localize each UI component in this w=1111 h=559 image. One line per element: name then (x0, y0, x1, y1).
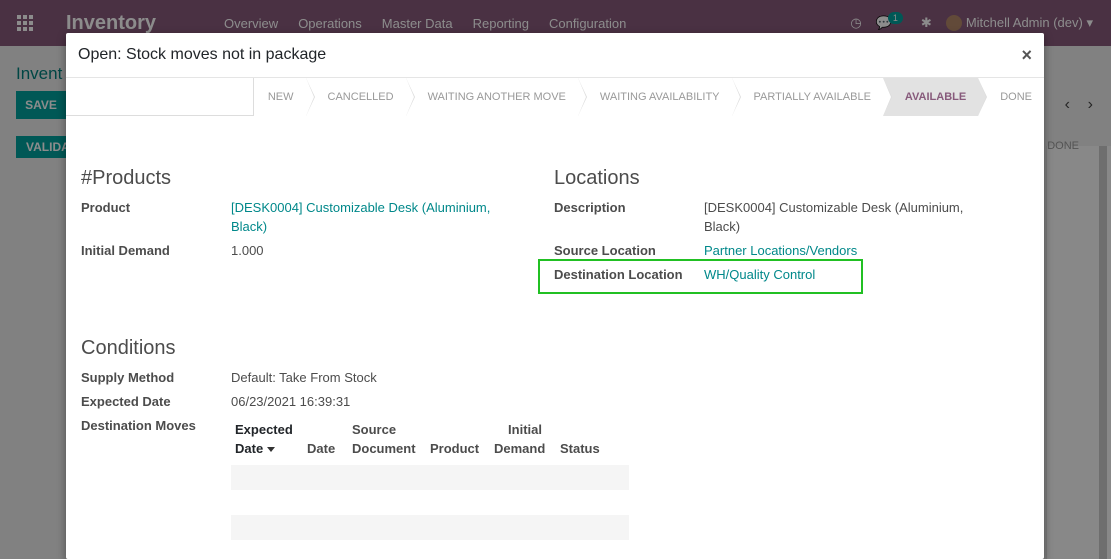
source-location-link[interactable]: Partner Locations/Vendors (704, 241, 857, 260)
product-value-line2: Black) (231, 219, 268, 234)
product-value-line1: [DESK0004] Customizable Desk (Aluminium, (231, 200, 491, 215)
col-date[interactable]: Date (307, 439, 335, 458)
move-form: #Products Product [DESK0004] Customizabl… (66, 117, 1044, 559)
stage-available[interactable]: AVAILABLE (882, 78, 988, 116)
expected-date-value: 06/23/2021 16:39:31 (231, 394, 351, 409)
stage-done[interactable]: DONE (978, 78, 1044, 116)
col-source-document[interactable]: Source Document (352, 420, 416, 458)
description-line1: [DESK0004] Customizable Desk (Aluminium, (704, 200, 964, 215)
stage-waiting-availability[interactable]: WAITING AVAILABILITY (577, 78, 741, 116)
supply-method-label: Supply Method (81, 370, 175, 385)
description-label: Description (554, 200, 626, 215)
col-initial-line2: Demand (494, 441, 546, 456)
supply-method-value: Default: Take From Stock (231, 370, 377, 385)
col-expected-date[interactable]: Expected Date (235, 420, 293, 458)
table-row (231, 515, 629, 540)
stock-move-dialog: Open: Stock moves not in package × NEW C… (66, 33, 1044, 559)
conditions-group-title: Conditions (81, 337, 176, 359)
sort-caret-icon (267, 447, 276, 453)
modal-header: Open: Stock moves not in package (66, 33, 1044, 78)
source-location-label: Source Location (554, 243, 656, 258)
destination-location-link[interactable]: WH/Quality Control (704, 265, 815, 284)
expected-date-label: Expected Date (81, 394, 171, 409)
modal-title: Open: Stock moves not in package (78, 46, 327, 63)
stage-new[interactable]: NEW (252, 78, 315, 116)
initial-demand-value: 1.000 (231, 243, 264, 258)
destination-location-label: Destination Location (554, 267, 683, 282)
initial-demand-label: Initial Demand (81, 243, 170, 258)
products-group-title: #Products (81, 167, 172, 189)
description-value: [DESK0004] Customizable Desk (Aluminium,… (704, 198, 963, 236)
status-stages: NEW CANCELLED WAITING ANOTHER MOVE WAITI… (252, 78, 1044, 116)
destination-moves-label: Destination Moves (81, 418, 196, 433)
statusbar: NEW CANCELLED WAITING ANOTHER MOVE WAITI… (66, 78, 1044, 116)
stage-waiting-another-move[interactable]: WAITING ANOTHER MOVE (405, 78, 588, 116)
col-source-line1: Source (352, 422, 397, 437)
col-source-line2: Document (352, 441, 416, 456)
stage-partially-available[interactable]: PARTIALLY AVAILABLE (731, 78, 893, 116)
close-icon[interactable]: × (1021, 45, 1032, 66)
table-row (231, 465, 629, 490)
product-label: Product (81, 200, 131, 215)
col-expected-line1: Expected (235, 422, 293, 437)
col-status[interactable]: Status (560, 439, 600, 458)
col-expected-line2: Date (235, 441, 264, 456)
col-product[interactable]: Product (430, 439, 479, 458)
locations-group-title: Locations (554, 167, 640, 189)
col-initial-demand[interactable]: Initial Demand (494, 420, 546, 458)
product-link[interactable]: [DESK0004] Customizable Desk (Aluminium,… (231, 198, 490, 236)
description-line2: Black) (704, 219, 741, 234)
col-initial-line1: Initial (508, 422, 542, 437)
stage-cancelled[interactable]: CANCELLED (305, 78, 415, 116)
